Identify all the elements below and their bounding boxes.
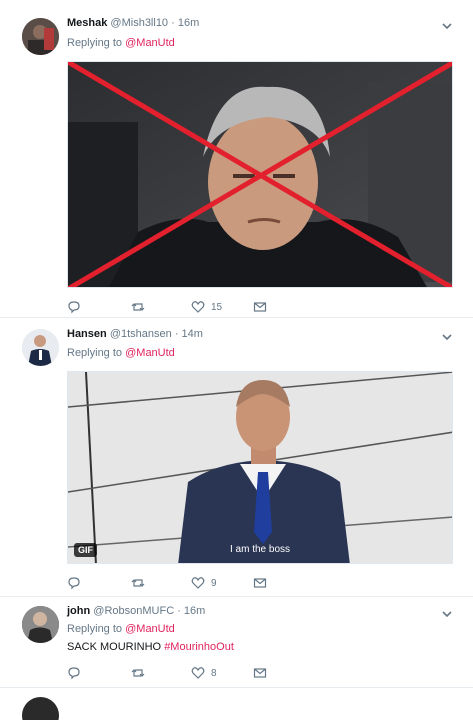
- reply-icon: [68, 667, 80, 680]
- chevron-down-icon[interactable]: [441, 20, 453, 32]
- reply-icon: [68, 577, 80, 590]
- reply-target-link[interactable]: @ManUtd: [125, 347, 175, 359]
- retweet-icon: [131, 579, 145, 587]
- message-icon: [253, 668, 267, 678]
- replying-to: Replying to @ManUtd: [67, 347, 175, 359]
- like-count: 15: [211, 301, 223, 313]
- avatar[interactable]: [22, 18, 59, 55]
- reply-target-link[interactable]: @ManUtd: [125, 37, 175, 49]
- chevron-down-icon[interactable]: [441, 331, 453, 343]
- tweet-body: SACK MOURINHO: [67, 641, 162, 653]
- zidane-gif: [68, 372, 452, 563]
- replying-to-label: Replying to: [67, 623, 123, 635]
- direct-message-button[interactable]: [253, 300, 267, 314]
- retweet-button[interactable]: [131, 666, 145, 680]
- timeline: Meshak @Mish3ll10 · 16m Replying to @Man…: [0, 0, 473, 720]
- tweet-partial[interactable]: [0, 689, 473, 720]
- tweet-gif[interactable]: GIF I am the boss: [67, 371, 453, 564]
- display-name[interactable]: Meshak: [67, 17, 107, 29]
- tweet-header: Meshak @Mish3ll10 · 16m: [67, 17, 199, 29]
- replying-to: Replying to @ManUtd: [67, 37, 175, 49]
- tweet-text: SACK MOURINHO #MourinhoOut: [67, 641, 234, 653]
- tweet-header: john @RobsonMUFC · 16m: [67, 605, 205, 617]
- message-icon: [253, 578, 267, 588]
- hashtag-link[interactable]: #MourinhoOut: [164, 641, 234, 653]
- like-count: 8: [211, 667, 217, 679]
- retweet-icon: [131, 669, 145, 677]
- user-handle[interactable]: @1tshansen: [110, 328, 172, 340]
- avatar[interactable]: [22, 606, 59, 643]
- chevron-down-icon[interactable]: [441, 608, 453, 620]
- mourinho-photo: [68, 62, 452, 287]
- tweet-john[interactable]: john @RobsonMUFC · 16m Replying to @ManU…: [0, 598, 473, 688]
- retweet-button[interactable]: [131, 300, 145, 314]
- replying-to: Replying to @ManUtd: [67, 623, 175, 635]
- gif-caption: I am the boss: [229, 544, 291, 555]
- display-name[interactable]: Hansen: [67, 328, 107, 340]
- avatar[interactable]: [22, 329, 59, 366]
- like-icon: [191, 577, 205, 589]
- replying-to-label: Replying to: [67, 347, 123, 359]
- like-button[interactable]: 8: [191, 666, 217, 680]
- replying-to-label: Replying to: [67, 37, 123, 49]
- reply-button[interactable]: [67, 666, 81, 680]
- avatar[interactable]: [22, 697, 59, 720]
- tweet-hansen[interactable]: Hansen @1tshansen · 14m Replying to @Man…: [0, 319, 473, 597]
- user-handle[interactable]: @RobsonMUFC: [93, 605, 174, 617]
- direct-message-button[interactable]: [253, 576, 267, 590]
- timestamp[interactable]: · 14m: [175, 328, 203, 340]
- retweet-button[interactable]: [131, 576, 145, 590]
- like-icon: [191, 667, 205, 679]
- like-count: 9: [211, 577, 217, 589]
- direct-message-button[interactable]: [253, 666, 267, 680]
- display-name[interactable]: john: [67, 605, 90, 617]
- timestamp[interactable]: · 16m: [177, 605, 205, 617]
- user-handle[interactable]: @Mish3ll10: [110, 17, 168, 29]
- like-button[interactable]: 15: [191, 300, 222, 314]
- tweet-header: Hansen @1tshansen · 14m: [67, 328, 203, 340]
- like-button[interactable]: 9: [191, 576, 217, 590]
- tweet-meshak[interactable]: Meshak @Mish3ll10 · 16m Replying to @Man…: [0, 0, 473, 318]
- reply-button[interactable]: [67, 300, 81, 314]
- message-icon: [253, 302, 267, 312]
- retweet-icon: [131, 303, 145, 311]
- reply-target-link[interactable]: @ManUtd: [125, 623, 175, 635]
- reply-icon: [68, 301, 80, 314]
- timestamp[interactable]: · 16m: [171, 17, 199, 29]
- like-icon: [191, 301, 205, 313]
- reply-button[interactable]: [67, 576, 81, 590]
- tweet-image[interactable]: [67, 61, 453, 288]
